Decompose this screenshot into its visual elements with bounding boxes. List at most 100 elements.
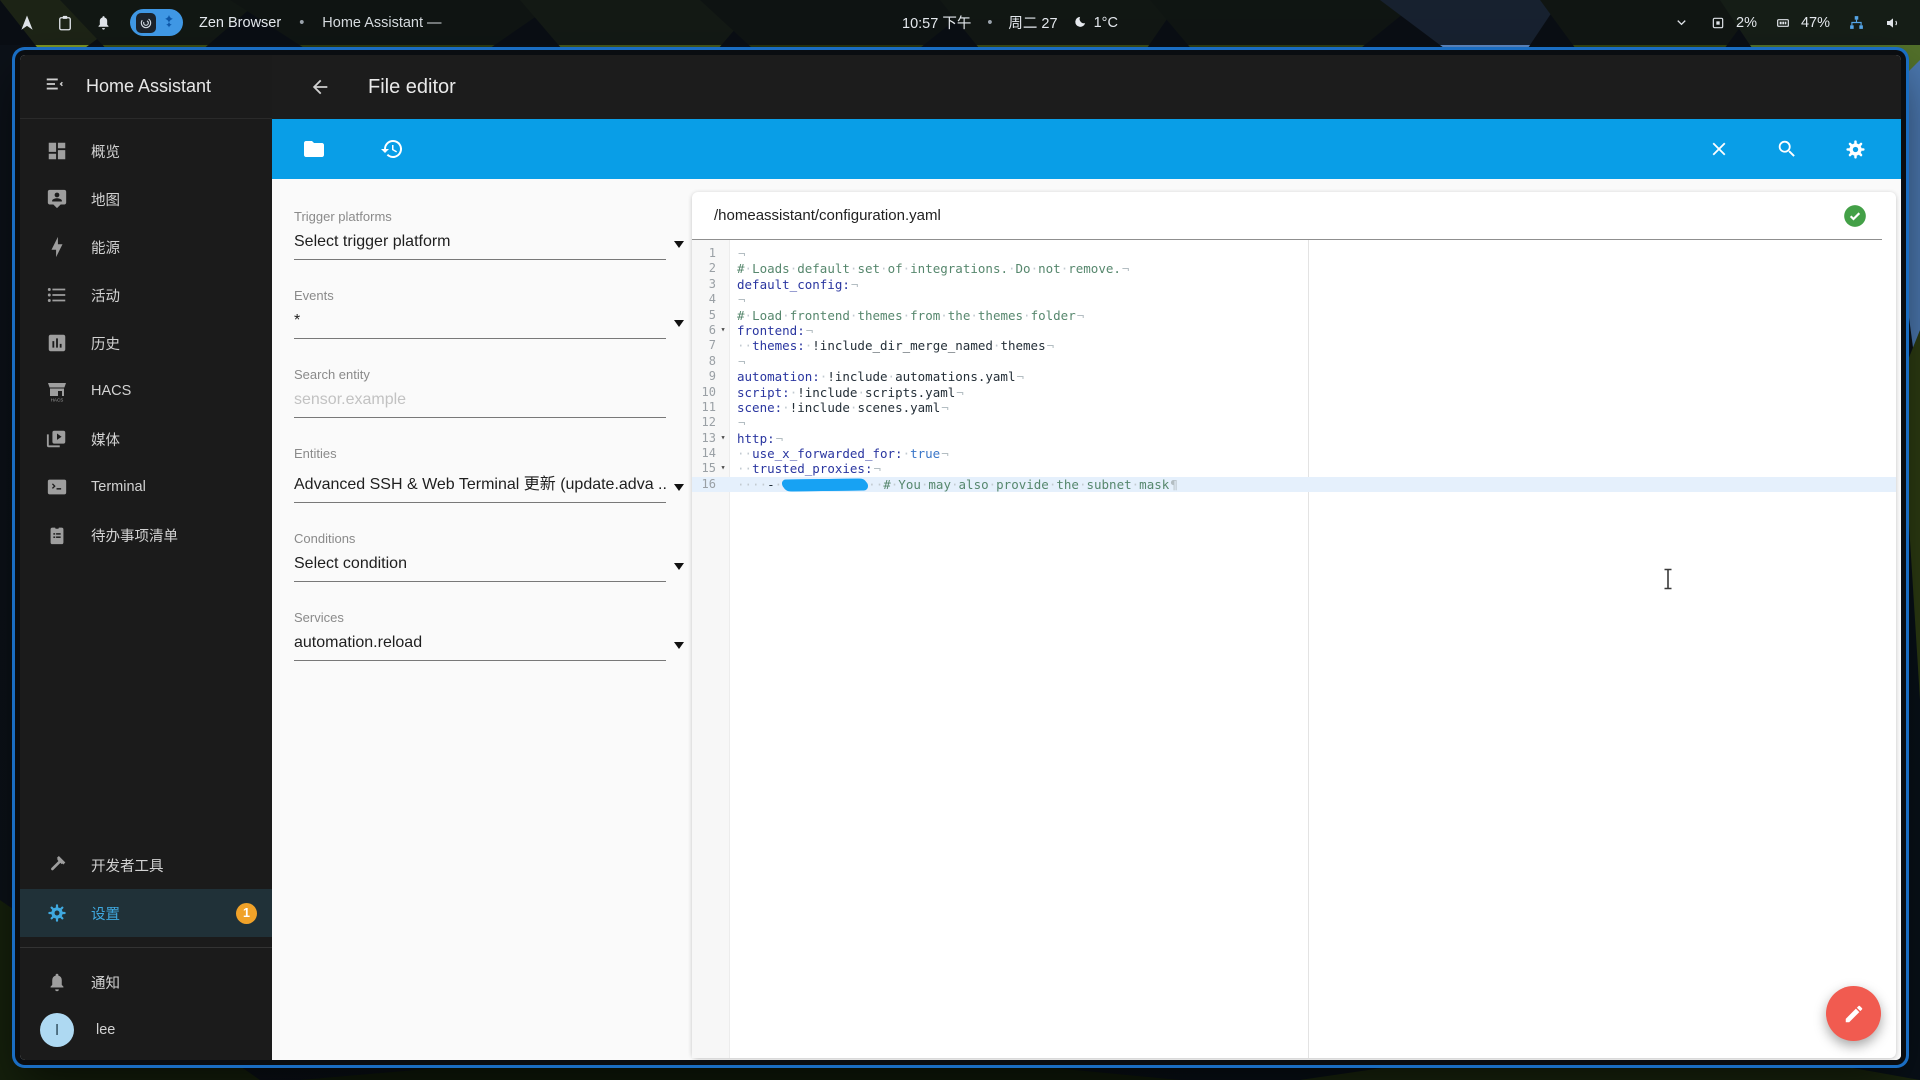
line-number: 11 bbox=[701, 399, 716, 414]
fold-gutter bbox=[716, 292, 730, 307]
close-icon[interactable] bbox=[1699, 129, 1739, 169]
sidebar-item-activity[interactable]: 活动 bbox=[20, 271, 272, 319]
code-text: scene:·!include·scenes.yaml¬ bbox=[737, 399, 949, 415]
trigger-platform-select[interactable]: Select trigger platform bbox=[294, 233, 666, 260]
sidebar-item-media[interactable]: 媒体 bbox=[20, 415, 272, 463]
network-tree-icon[interactable] bbox=[1845, 12, 1867, 34]
entities-select[interactable]: Advanced SSH & Web Terminal 更新 (update.a… bbox=[294, 470, 666, 503]
code-line[interactable]: 12 ¬ bbox=[692, 415, 1896, 430]
settings-gear-icon[interactable] bbox=[1835, 129, 1875, 169]
code-editor[interactable]: 1 ¬ 2 #·Loads·default·set·of·integrations.·… bbox=[692, 240, 1896, 1058]
save-fab-button[interactable] bbox=[1826, 986, 1881, 1041]
field-label: Search entity bbox=[294, 367, 370, 382]
code-line[interactable]: 5 #·Load·frontend·themes·from·the·themes·… bbox=[692, 308, 1896, 323]
conditions-select[interactable]: Select condition bbox=[294, 555, 666, 582]
code-line[interactable]: 16 ····-· ··#·You·may·also·provide·the·sub… bbox=[692, 476, 1896, 493]
sidebar-item-profile[interactable]: l lee bbox=[20, 1006, 272, 1054]
editor-toolbar bbox=[272, 119, 1901, 179]
line-number: 12 bbox=[701, 415, 716, 430]
fold-arrow-icon[interactable]: ▾ bbox=[716, 323, 730, 338]
code-line[interactable]: 13 ▾ http:¬ bbox=[692, 431, 1896, 446]
sidebar-item-developer-tools[interactable]: 开发者工具 bbox=[20, 841, 272, 889]
code-line[interactable]: 6 ▾ frontend:¬ bbox=[692, 323, 1896, 338]
code-text: #·Loads·default·set·of·integrations.·Do·… bbox=[737, 261, 1130, 277]
code-line[interactable]: 10 script:·!include·scripts.yaml¬ bbox=[692, 385, 1896, 400]
code-line[interactable]: 15 ▾ ··trusted_proxies:¬ bbox=[692, 461, 1896, 476]
sidebar-item-todo[interactable]: 待办事项清单 bbox=[20, 511, 272, 559]
code-text: http:¬ bbox=[737, 430, 784, 446]
sidebar-item-overview[interactable]: 概览 bbox=[20, 127, 272, 175]
search-entity-input[interactable]: sensor.example bbox=[294, 391, 666, 418]
fold-arrow-icon[interactable]: ▾ bbox=[716, 431, 730, 446]
services-select[interactable]: automation.reload bbox=[294, 634, 666, 661]
date[interactable]: 周二 27 bbox=[1008, 12, 1057, 33]
fold-gutter bbox=[716, 385, 730, 400]
sidebar-item-label: Terminal bbox=[91, 479, 146, 495]
sidebar-item-label: 地图 bbox=[91, 192, 120, 209]
line-number: 5 bbox=[708, 307, 716, 322]
line-number: 6 bbox=[708, 322, 716, 337]
code-line[interactable]: 7 ··themes:·!include_dir_merge_named·them… bbox=[692, 338, 1896, 353]
line-number: 8 bbox=[708, 353, 716, 368]
svg-text:HACS: HACS bbox=[51, 398, 64, 403]
sidebar-item-settings[interactable]: 设置 1 bbox=[20, 889, 272, 937]
code-line[interactable]: 2 #·Loads·default·set·of·integrations.·Do… bbox=[692, 261, 1896, 276]
clipboard-icon[interactable] bbox=[54, 12, 76, 34]
sidebar-item-terminal[interactable]: Terminal bbox=[20, 463, 272, 511]
zen-logo-icon bbox=[161, 13, 177, 33]
fold-gutter bbox=[716, 369, 730, 384]
cpu-usage[interactable]: 2% bbox=[1736, 15, 1757, 31]
dropdown-arrow-icon[interactable] bbox=[674, 241, 684, 248]
content-area: Trigger platforms Select trigger platfor… bbox=[272, 179, 1901, 1060]
code-line[interactable]: 8 ¬ bbox=[692, 354, 1896, 369]
hacs-store-icon: HACS bbox=[45, 379, 69, 403]
fingerprint-icon bbox=[136, 12, 156, 33]
taskbar-app-name[interactable]: Zen Browser bbox=[199, 15, 281, 31]
sidebar-toggle-icon[interactable] bbox=[44, 73, 66, 100]
code-line[interactable]: 3 default_config:¬ bbox=[692, 277, 1896, 292]
dropdown-arrow-icon[interactable] bbox=[674, 642, 684, 649]
search-icon[interactable] bbox=[1767, 129, 1807, 169]
sidebar-item-hacs[interactable]: HACS HACS bbox=[20, 367, 272, 415]
field-label: Events bbox=[294, 288, 334, 303]
app-window: Home Assistant 概览 地图 能源 活动 历史 HACS HACS … bbox=[20, 55, 1901, 1060]
file-path[interactable]: /homeassistant/configuration.yaml bbox=[714, 207, 941, 224]
dropdown-arrow-icon[interactable] bbox=[674, 484, 684, 491]
active-app-pill[interactable] bbox=[130, 9, 183, 36]
memory-usage[interactable]: 47% bbox=[1801, 15, 1830, 31]
browse-files-button[interactable] bbox=[294, 129, 334, 169]
code-line[interactable]: 1 ¬ bbox=[692, 246, 1896, 261]
trigger-panel: Trigger platforms Select trigger platfor… bbox=[294, 179, 684, 689]
line-number: 16 bbox=[701, 476, 716, 491]
line-number: 15 bbox=[701, 461, 716, 476]
chart-box-icon bbox=[45, 331, 69, 355]
list-icon bbox=[45, 283, 69, 307]
fold-gutter bbox=[716, 446, 730, 461]
taskbar-window-title[interactable]: Home Assistant — bbox=[322, 15, 441, 31]
code-line[interactable]: 9 automation:·!include·automations.yaml¬ bbox=[692, 369, 1896, 384]
fold-gutter bbox=[716, 477, 730, 492]
code-line[interactable]: 11 scene:·!include·scenes.yaml¬ bbox=[692, 400, 1896, 415]
notification-bell-icon[interactable] bbox=[92, 12, 114, 34]
volume-icon[interactable] bbox=[1882, 12, 1904, 34]
code-line[interactable]: 14 ··use_x_forwarded_for:·true¬ bbox=[692, 446, 1896, 461]
dropdown-arrow-icon[interactable] bbox=[674, 563, 684, 570]
history-button[interactable] bbox=[372, 129, 412, 169]
sidebar-item-energy[interactable]: 能源 bbox=[20, 223, 272, 271]
sidebar-item-label: 媒体 bbox=[91, 432, 120, 449]
code-line[interactable]: 4 ¬ bbox=[692, 292, 1896, 307]
temperature[interactable]: 1°C bbox=[1094, 15, 1118, 31]
sidebar-item-map[interactable]: 地图 bbox=[20, 175, 272, 223]
back-button[interactable] bbox=[300, 67, 340, 107]
launcher-icon[interactable] bbox=[16, 12, 38, 34]
chevron-down-icon[interactable] bbox=[1670, 12, 1692, 34]
events-select[interactable]: * bbox=[294, 312, 666, 339]
dropdown-arrow-icon[interactable] bbox=[674, 320, 684, 327]
fold-arrow-icon[interactable]: ▾ bbox=[716, 461, 730, 476]
sidebar: Home Assistant 概览 地图 能源 活动 历史 HACS HACS … bbox=[20, 55, 272, 1060]
sidebar-item-notifications[interactable]: 通知 bbox=[20, 958, 272, 1006]
sidebar-item-history[interactable]: 历史 bbox=[20, 319, 272, 367]
code-text: ··trusted_proxies:¬ bbox=[737, 461, 882, 477]
clock[interactable]: 10:57 下午 bbox=[902, 12, 971, 33]
hammer-icon bbox=[45, 853, 69, 877]
